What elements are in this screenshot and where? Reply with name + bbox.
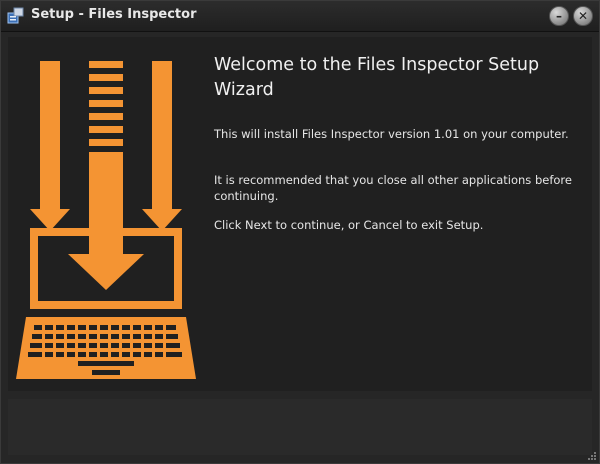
continue-instruction-text: Click Next to continue, or Cancel to exi… [214, 218, 484, 232]
setup-app-icon [7, 7, 24, 24]
install-info-text: This will install Files Inspector versio… [214, 127, 569, 141]
title-bar[interactable]: Setup - Files Inspector – ✕ [1, 1, 599, 32]
download-to-laptop-illustration [16, 61, 196, 379]
setup-window: Setup - Files Inspector – ✕ Welcome to t… [0, 0, 600, 464]
button-panel [8, 399, 592, 455]
close-icon: ✕ [577, 9, 589, 23]
minimize-icon: – [556, 9, 562, 23]
window-title: Setup - Files Inspector [31, 7, 197, 22]
resize-grip-icon[interactable] [587, 451, 597, 461]
wizard-welcome-page: Welcome to the Files Inspector Setup Wiz… [8, 37, 592, 391]
minimize-button[interactable]: – [549, 6, 569, 26]
close-button[interactable]: ✕ [573, 6, 593, 26]
close-apps-recommendation-text: It is recommended that you close all oth… [214, 173, 572, 203]
welcome-heading: Welcome to the Files Inspector Setup Wiz… [214, 55, 540, 100]
